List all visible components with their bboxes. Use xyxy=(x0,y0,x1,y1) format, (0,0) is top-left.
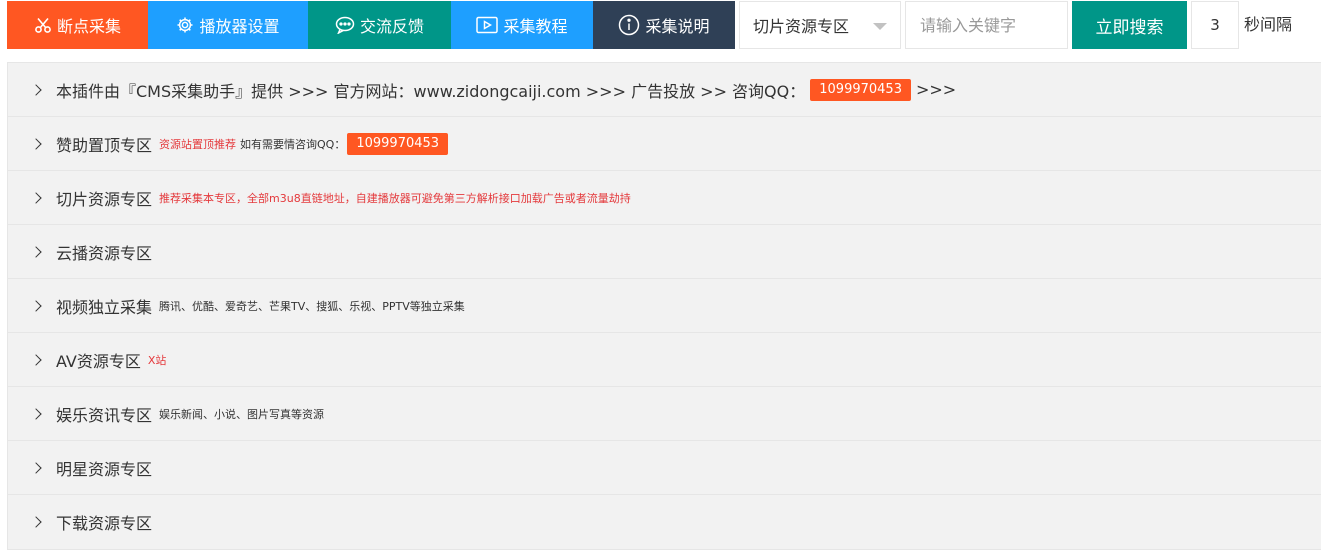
breakpoint-collect-button[interactable]: 断点采集 xyxy=(7,1,148,49)
info-text-end: >>> xyxy=(915,80,957,99)
qq-badge: 1099970453 xyxy=(347,132,449,155)
chevron-right-icon xyxy=(30,353,42,366)
chevron-right-icon xyxy=(30,516,42,528)
collapse-item-note: X站 xyxy=(147,353,167,367)
chevron-right-icon xyxy=(30,461,42,474)
chevron-right-icon xyxy=(30,83,42,96)
collapse-item-note: 腾讯、优酷、爱奇艺、芒果TV、搜狐、乐视、PPTV等独立采集 xyxy=(159,299,465,313)
video-play-icon xyxy=(476,16,499,34)
collapse-item-note-contact: 如有需要情咨询QQ： xyxy=(240,137,346,151)
chat-bubble-icon xyxy=(335,16,355,34)
collapse-item-title: 视频独立采集 xyxy=(56,297,153,317)
chevron-right-icon xyxy=(30,245,42,258)
collapse-item-title: AV资源专区 xyxy=(56,351,141,371)
info-icon xyxy=(618,14,640,36)
category-select[interactable]: 切片资源专区 xyxy=(739,1,901,49)
collect-info-button[interactable]: 采集说明 xyxy=(593,1,735,49)
collapse-item-star[interactable]: 明星资源专区 xyxy=(8,441,1321,495)
breakpoint-collect-label: 断点采集 xyxy=(56,17,121,36)
chevron-right-icon xyxy=(30,407,42,420)
collapse-item-slice[interactable]: 切片资源专区 推荐采集本专区，全部m3u8直链地址，自建播放器可避免第三方解析接… xyxy=(8,171,1321,225)
category-select-value: 切片资源专区 xyxy=(753,17,850,36)
feedback-label: 交流反馈 xyxy=(359,17,424,36)
collapse-item-title: 娱乐资讯专区 xyxy=(56,405,153,425)
scissors-icon xyxy=(34,16,52,34)
search-button[interactable]: 立即搜索 xyxy=(1072,1,1187,49)
collapse-item-video[interactable]: 视频独立采集 腾讯、优酷、爱奇艺、芒果TV、搜狐、乐视、PPTV等独立采集 xyxy=(8,279,1321,333)
chevron-right-icon xyxy=(30,299,42,312)
collapse-panel: 本插件由『CMS采集助手』提供 >>> 官方网站：www.zidongcaiji… xyxy=(7,62,1321,550)
interval-label: 秒间隔 xyxy=(1244,15,1293,34)
tutorial-label: 采集教程 xyxy=(503,17,568,36)
collapse-item-note: 推荐采集本专区，全部m3u8直链地址，自建播放器可避免第三方解析接口加载广告或者… xyxy=(159,191,631,205)
collapse-item-info[interactable]: 本插件由『CMS采集助手』提供 >>> 官方网站：www.zidongcaiji… xyxy=(8,63,1321,117)
collapse-item-av[interactable]: AV资源专区 X站 xyxy=(8,333,1321,387)
chevron-right-icon xyxy=(30,137,42,150)
gear-icon xyxy=(176,16,194,34)
collapse-item-download[interactable]: 下载资源专区 xyxy=(8,495,1321,549)
interval-input[interactable] xyxy=(1191,1,1239,49)
info-text: 本插件由『CMS采集助手』提供 >>> 官方网站：www.zidongcaiji… xyxy=(56,81,806,101)
qq-badge: 1099970453 xyxy=(810,78,911,101)
feedback-button[interactable]: 交流反馈 xyxy=(308,1,451,49)
collapse-item-note: 资源站置顶推荐 xyxy=(159,137,237,151)
collapse-item-title: 赞助置顶专区 xyxy=(56,135,153,155)
collapse-item-title: 切片资源专区 xyxy=(56,189,153,209)
collapse-item-title: 明星资源专区 xyxy=(56,459,153,479)
collect-info-label: 采集说明 xyxy=(645,17,710,36)
caret-down-icon xyxy=(873,23,887,30)
player-settings-button[interactable]: 播放器设置 xyxy=(148,1,308,49)
collapse-item-title: 云播资源专区 xyxy=(56,243,153,263)
collapse-item-title: 下载资源专区 xyxy=(56,514,153,533)
collapse-item-cloud[interactable]: 云播资源专区 xyxy=(8,225,1321,279)
collapse-item-entertainment[interactable]: 娱乐资讯专区 娱乐新闻、小说、图片写真等资源 xyxy=(8,387,1321,441)
keyword-search-input[interactable] xyxy=(905,1,1068,49)
player-settings-label: 播放器设置 xyxy=(199,17,280,36)
collapse-item-sponsor[interactable]: 赞助置顶专区 资源站置顶推荐 如有需要情咨询QQ： 1099970453 xyxy=(8,117,1321,171)
tutorial-button[interactable]: 采集教程 xyxy=(451,1,593,49)
chevron-right-icon xyxy=(30,191,42,204)
collapse-item-note: 娱乐新闻、小说、图片写真等资源 xyxy=(159,407,325,421)
